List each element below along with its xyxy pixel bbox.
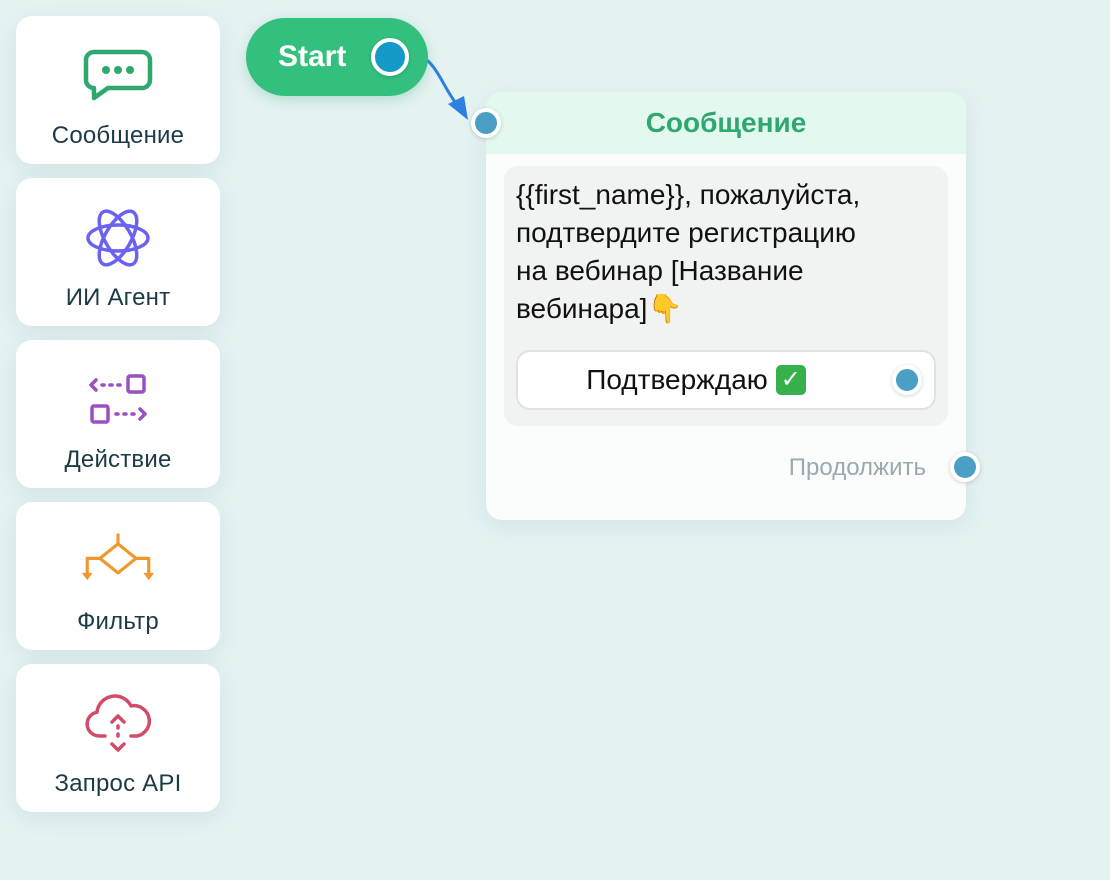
reply-button-port[interactable] [892,365,922,395]
message-node-title: Сообщение [645,107,807,138]
start-output-port[interactable] [371,38,409,76]
palette-item-action[interactable]: Действие [16,340,220,488]
check-mark-icon: ✓ [775,365,806,395]
continue-output-port[interactable] [950,452,980,482]
message-body[interactable]: {{first_name}}, пожалуйста, подтвердите … [504,166,948,426]
message-input-port[interactable] [471,108,501,138]
atom-icon [80,200,156,276]
palette-item-label: Фильтр [77,608,159,635]
reply-button-confirm[interactable]: Подтверждаю ✓ [516,350,936,410]
filter-branch-icon [80,524,156,600]
palette-item-ai-agent[interactable]: ИИ Агент [16,178,220,326]
message-text: {{first_name}}, пожалуйста, подтвердите … [516,179,861,324]
palette-item-label: Действие [64,446,172,473]
continue-label: Продолжить [788,454,926,481]
action-arrows-icon [80,362,156,438]
palette-item-filter[interactable]: Фильтр [16,502,220,650]
palette-item-label: Запрос API [54,770,182,797]
cloud-api-icon [80,686,156,762]
palette-item-label: ИИ Агент [65,284,171,311]
message-node-header[interactable]: Сообщение [486,92,966,154]
start-node[interactable]: Start [246,18,428,96]
palette-item-message[interactable]: Сообщение [16,16,220,164]
reply-button-label: Подтверждаю [586,364,768,395]
message-node[interactable]: Сообщение {{first_name}}, пожалуйста, по… [471,92,980,520]
chat-bubble-icon [80,38,156,114]
palette-item-label: Сообщение [51,122,185,149]
palette-item-api-request[interactable]: Запрос API [16,664,220,812]
start-label: Start [278,40,347,73]
